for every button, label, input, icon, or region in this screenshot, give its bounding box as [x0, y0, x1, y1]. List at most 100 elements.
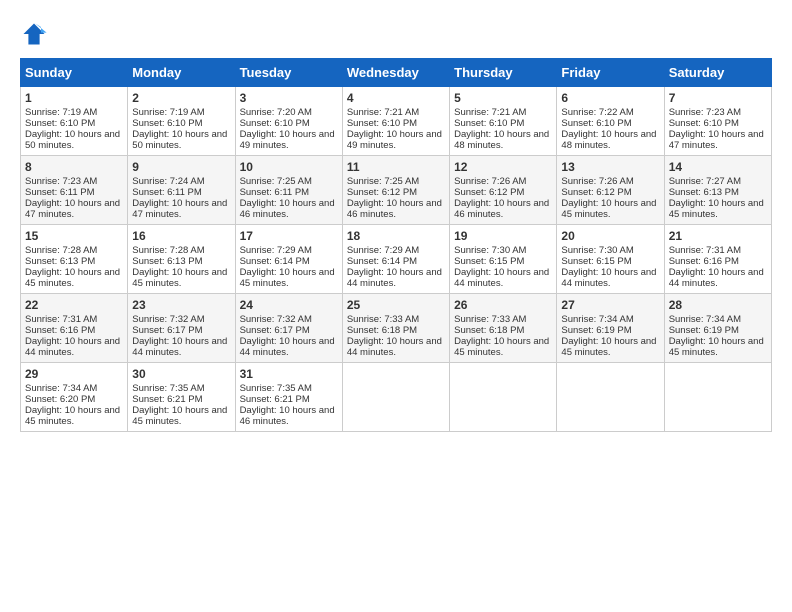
day-number: 12 — [454, 160, 552, 174]
sunrise-label: Sunrise: 7:35 AM — [240, 383, 312, 394]
calendar-cell: 29 Sunrise: 7:34 AM Sunset: 6:20 PM Dayl… — [21, 363, 128, 432]
daylight-label: Daylight: 10 hours and 46 minutes. — [347, 198, 442, 220]
sunset-label: Sunset: 6:11 PM — [240, 187, 310, 198]
daylight-label: Daylight: 10 hours and 44 minutes. — [132, 336, 227, 358]
daylight-label: Daylight: 10 hours and 44 minutes. — [25, 336, 120, 358]
sunrise-label: Sunrise: 7:30 AM — [561, 245, 633, 256]
daylight-label: Daylight: 10 hours and 47 minutes. — [669, 129, 764, 151]
daylight-label: Daylight: 10 hours and 46 minutes. — [454, 198, 549, 220]
header-wednesday: Wednesday — [342, 59, 449, 87]
header-friday: Friday — [557, 59, 664, 87]
day-number: 22 — [25, 298, 123, 312]
logo — [20, 20, 52, 48]
daylight-label: Daylight: 10 hours and 45 minutes. — [132, 405, 227, 427]
sunset-label: Sunset: 6:10 PM — [561, 118, 631, 129]
calendar-cell: 12 Sunrise: 7:26 AM Sunset: 6:12 PM Dayl… — [450, 156, 557, 225]
day-number: 26 — [454, 298, 552, 312]
sunrise-label: Sunrise: 7:26 AM — [561, 176, 633, 187]
calendar-cell — [557, 363, 664, 432]
sunset-label: Sunset: 6:12 PM — [347, 187, 417, 198]
sunrise-label: Sunrise: 7:20 AM — [240, 107, 312, 118]
day-number: 23 — [132, 298, 230, 312]
sunrise-label: Sunrise: 7:19 AM — [132, 107, 204, 118]
sunset-label: Sunset: 6:14 PM — [347, 256, 417, 267]
daylight-label: Daylight: 10 hours and 49 minutes. — [240, 129, 335, 151]
day-number: 20 — [561, 229, 659, 243]
week-row-2: 8 Sunrise: 7:23 AM Sunset: 6:11 PM Dayli… — [21, 156, 772, 225]
sunset-label: Sunset: 6:19 PM — [669, 325, 739, 336]
sunrise-label: Sunrise: 7:27 AM — [669, 176, 741, 187]
page-header — [20, 20, 772, 48]
sunset-label: Sunset: 6:10 PM — [454, 118, 524, 129]
calendar-cell: 4 Sunrise: 7:21 AM Sunset: 6:10 PM Dayli… — [342, 87, 449, 156]
calendar-cell: 2 Sunrise: 7:19 AM Sunset: 6:10 PM Dayli… — [128, 87, 235, 156]
header-saturday: Saturday — [664, 59, 771, 87]
day-number: 18 — [347, 229, 445, 243]
sunset-label: Sunset: 6:10 PM — [25, 118, 95, 129]
week-row-5: 29 Sunrise: 7:34 AM Sunset: 6:20 PM Dayl… — [21, 363, 772, 432]
day-number: 8 — [25, 160, 123, 174]
calendar-cell: 27 Sunrise: 7:34 AM Sunset: 6:19 PM Dayl… — [557, 294, 664, 363]
day-number: 21 — [669, 229, 767, 243]
sunset-label: Sunset: 6:21 PM — [240, 394, 310, 405]
calendar-cell: 21 Sunrise: 7:31 AM Sunset: 6:16 PM Dayl… — [664, 225, 771, 294]
sunset-label: Sunset: 6:17 PM — [132, 325, 202, 336]
daylight-label: Daylight: 10 hours and 45 minutes. — [561, 198, 656, 220]
daylight-label: Daylight: 10 hours and 44 minutes. — [454, 267, 549, 289]
days-header-row: SundayMondayTuesdayWednesdayThursdayFrid… — [21, 59, 772, 87]
sunset-label: Sunset: 6:19 PM — [561, 325, 631, 336]
day-number: 9 — [132, 160, 230, 174]
day-number: 19 — [454, 229, 552, 243]
day-number: 2 — [132, 91, 230, 105]
day-number: 13 — [561, 160, 659, 174]
day-number: 7 — [669, 91, 767, 105]
daylight-label: Daylight: 10 hours and 50 minutes. — [132, 129, 227, 151]
calendar-cell: 11 Sunrise: 7:25 AM Sunset: 6:12 PM Dayl… — [342, 156, 449, 225]
sunrise-label: Sunrise: 7:19 AM — [25, 107, 97, 118]
logo-icon — [20, 20, 48, 48]
calendar-cell: 26 Sunrise: 7:33 AM Sunset: 6:18 PM Dayl… — [450, 294, 557, 363]
day-number: 3 — [240, 91, 338, 105]
calendar-cell: 8 Sunrise: 7:23 AM Sunset: 6:11 PM Dayli… — [21, 156, 128, 225]
sunset-label: Sunset: 6:16 PM — [25, 325, 95, 336]
sunrise-label: Sunrise: 7:32 AM — [132, 314, 204, 325]
sunrise-label: Sunrise: 7:21 AM — [454, 107, 526, 118]
sunrise-label: Sunrise: 7:33 AM — [454, 314, 526, 325]
daylight-label: Daylight: 10 hours and 44 minutes. — [347, 267, 442, 289]
day-number: 14 — [669, 160, 767, 174]
day-number: 29 — [25, 367, 123, 381]
sunset-label: Sunset: 6:12 PM — [561, 187, 631, 198]
sunset-label: Sunset: 6:14 PM — [240, 256, 310, 267]
day-number: 6 — [561, 91, 659, 105]
day-number: 17 — [240, 229, 338, 243]
sunset-label: Sunset: 6:15 PM — [454, 256, 524, 267]
day-number: 1 — [25, 91, 123, 105]
sunset-label: Sunset: 6:13 PM — [669, 187, 739, 198]
header-tuesday: Tuesday — [235, 59, 342, 87]
sunrise-label: Sunrise: 7:31 AM — [669, 245, 741, 256]
sunrise-label: Sunrise: 7:31 AM — [25, 314, 97, 325]
daylight-label: Daylight: 10 hours and 44 minutes. — [669, 267, 764, 289]
sunset-label: Sunset: 6:13 PM — [25, 256, 95, 267]
sunset-label: Sunset: 6:12 PM — [454, 187, 524, 198]
daylight-label: Daylight: 10 hours and 44 minutes. — [240, 336, 335, 358]
sunrise-label: Sunrise: 7:22 AM — [561, 107, 633, 118]
sunset-label: Sunset: 6:20 PM — [25, 394, 95, 405]
daylight-label: Daylight: 10 hours and 47 minutes. — [25, 198, 120, 220]
calendar-cell: 30 Sunrise: 7:35 AM Sunset: 6:21 PM Dayl… — [128, 363, 235, 432]
calendar-cell: 18 Sunrise: 7:29 AM Sunset: 6:14 PM Dayl… — [342, 225, 449, 294]
daylight-label: Daylight: 10 hours and 45 minutes. — [132, 267, 227, 289]
sunrise-label: Sunrise: 7:34 AM — [25, 383, 97, 394]
sunrise-label: Sunrise: 7:34 AM — [561, 314, 633, 325]
sunrise-label: Sunrise: 7:25 AM — [347, 176, 419, 187]
calendar-cell: 20 Sunrise: 7:30 AM Sunset: 6:15 PM Dayl… — [557, 225, 664, 294]
calendar-cell: 17 Sunrise: 7:29 AM Sunset: 6:14 PM Dayl… — [235, 225, 342, 294]
sunrise-label: Sunrise: 7:26 AM — [454, 176, 526, 187]
daylight-label: Daylight: 10 hours and 44 minutes. — [347, 336, 442, 358]
sunrise-label: Sunrise: 7:29 AM — [347, 245, 419, 256]
sunset-label: Sunset: 6:13 PM — [132, 256, 202, 267]
daylight-label: Daylight: 10 hours and 45 minutes. — [669, 336, 764, 358]
sunset-label: Sunset: 6:11 PM — [25, 187, 95, 198]
calendar-cell: 23 Sunrise: 7:32 AM Sunset: 6:17 PM Dayl… — [128, 294, 235, 363]
calendar-table: SundayMondayTuesdayWednesdayThursdayFrid… — [20, 58, 772, 432]
